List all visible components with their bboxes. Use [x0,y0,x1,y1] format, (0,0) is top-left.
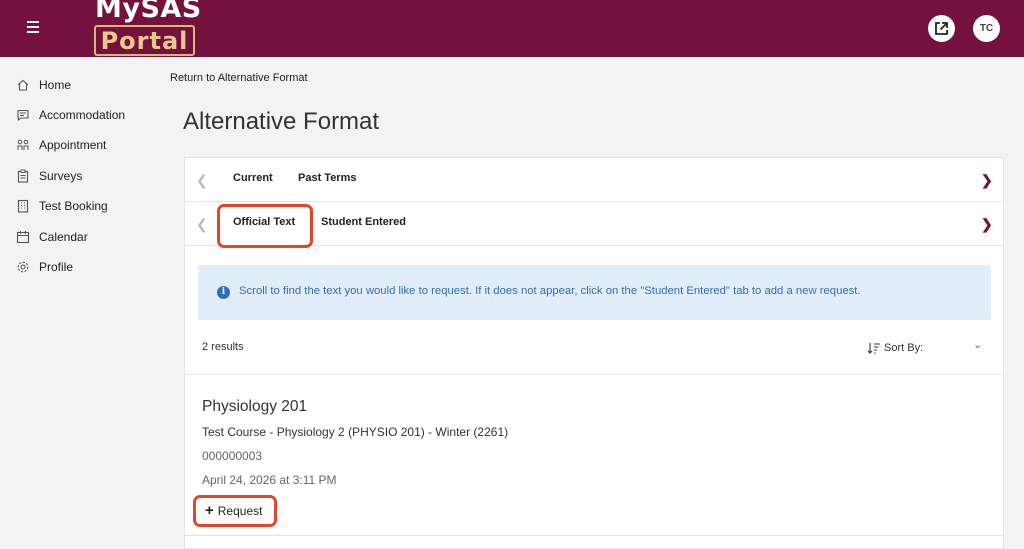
user-avatar[interactable]: TC [973,15,1000,42]
plus-icon: + [205,502,214,519]
building-icon [17,199,29,213]
tab-current[interactable]: Current [233,172,273,184]
sidebar-item-home[interactable]: Home [16,74,71,96]
sidebar-item-calendar[interactable]: Calendar [16,226,88,248]
tabs-scroll-left-icon[interactable]: ❮ [196,214,208,234]
sidebar-item-label: Test Booking [39,199,108,213]
mysas-portal-logo[interactable]: MySAS Portal [92,0,201,57]
gear-icon [17,261,29,273]
sidebar-item-label: Surveys [39,169,83,183]
sidebar-item-accommodation[interactable]: Accommodation [16,104,125,126]
chevron-down-icon[interactable]: ⌄ [973,338,982,351]
alternative-format-card: ❮ Current Past Terms ❯ ❮ Official Text S… [184,157,1004,549]
hamburger-menu-icon[interactable] [22,18,44,38]
sort-label: Sort By: [884,342,924,354]
request-label: Request [217,504,263,518]
item-date: April 24, 2026 at 3:11 PM [202,473,337,487]
sidebar-item-label: Accommodation [39,108,126,122]
sidebar-item-test-booking[interactable]: Test Booking [16,195,108,217]
page-title: Alternative Format [183,108,380,135]
logo-text-bottom: Portal [100,27,189,55]
clipboard-icon [17,169,29,183]
sort-dropdown[interactable]: Sort By: [867,339,923,357]
sort-icon [867,343,880,354]
sidebar-item-label: Profile [39,260,74,274]
return-link[interactable]: Return to Alternative Format [170,72,308,84]
results-count: 2 results [202,341,244,353]
home-icon [17,79,29,91]
info-icon: i [217,286,230,299]
sidebar-item-label: Calendar [39,230,88,244]
tabs-scroll-right-icon[interactable]: ❯ [981,214,993,234]
divider [185,535,1003,536]
calendar-icon [16,231,30,244]
sidebar-item-label: Home [39,78,72,92]
logo-text-top: MySAS [95,0,202,24]
sidebar-item-appointment[interactable]: Appointment [16,134,106,156]
external-link-icon [935,22,948,35]
highlight-box [217,204,313,248]
item-course: Test Course - Physiology 2 (PHYSIO 201) … [202,425,509,439]
term-tabs: ❮ Current Past Terms ❯ [185,158,1003,202]
request-button[interactable]: + Request [193,495,277,527]
item-id: 000000003 [202,449,263,463]
sidebar-item-surveys[interactable]: Surveys [16,165,82,187]
people-icon [17,139,29,150]
top-bar: MySAS Portal TC [0,0,1024,57]
divider [185,374,1003,375]
chat-icon [17,109,29,122]
sidebar-item-profile[interactable]: Profile [16,256,73,278]
tabs-scroll-right-icon[interactable]: ❯ [981,170,993,190]
tab-past-terms[interactable]: Past Terms [298,172,357,184]
item-title: Physiology 201 [202,398,308,415]
external-link-button[interactable] [928,15,955,42]
logo-frame: Portal [94,25,195,56]
tabs-scroll-left-icon[interactable]: ❮ [196,170,208,190]
info-banner: i Scroll to find the text you would like… [198,265,991,320]
type-tabs: ❮ Official Text Student Entered ❯ [185,202,1003,248]
sidebar-item-label: Appointment [39,138,107,152]
sidebar-nav: Home Accommodation Appointment Surveys T… [0,57,160,549]
tab-student-entered[interactable]: Student Entered [321,216,406,228]
info-text: Scroll to find the text you would like t… [239,285,861,297]
